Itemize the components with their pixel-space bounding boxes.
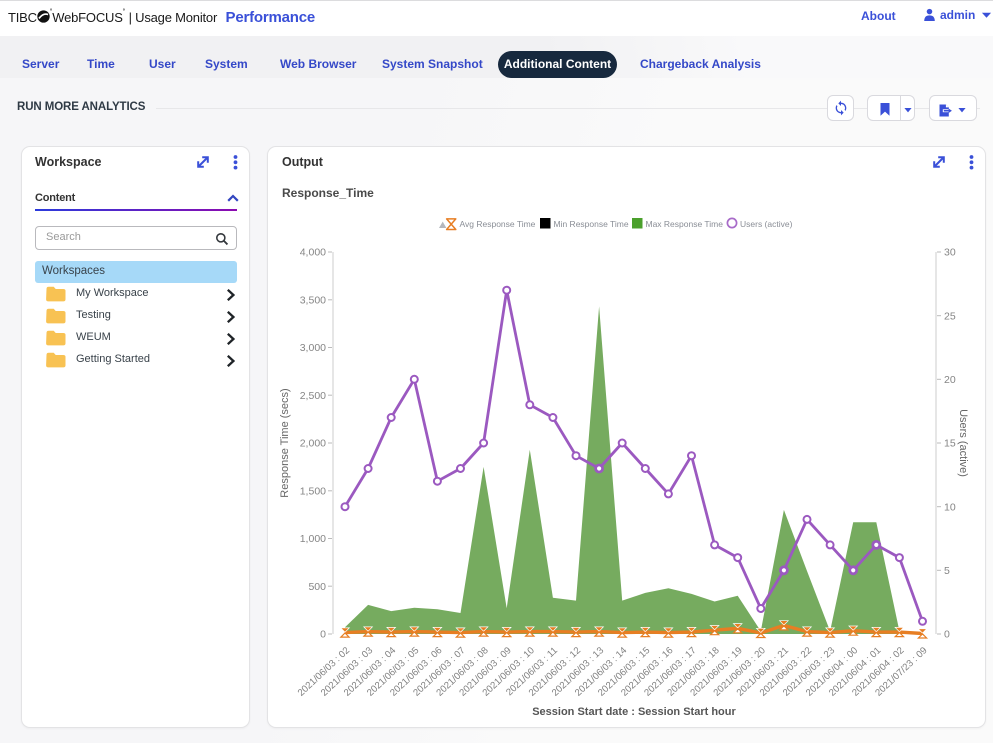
svg-text:3,000: 3,000 bbox=[300, 342, 326, 354]
svg-text:Session Start date : Session S: Session Start date : Session Start hour bbox=[532, 706, 736, 718]
svg-text:2,500: 2,500 bbox=[300, 390, 326, 402]
svg-text:Users (active): Users (active) bbox=[957, 409, 969, 477]
svg-text:2,000: 2,000 bbox=[300, 438, 326, 450]
svg-text:Avg Response Time: Avg Response Time bbox=[460, 219, 536, 229]
svg-text:1,000: 1,000 bbox=[300, 533, 326, 545]
svg-text:0: 0 bbox=[320, 629, 326, 641]
svg-text:15: 15 bbox=[944, 438, 956, 450]
svg-text:Min Response Time: Min Response Time bbox=[554, 219, 629, 229]
svg-text:Max Response Time: Max Response Time bbox=[646, 219, 724, 229]
svg-text:20: 20 bbox=[944, 374, 956, 386]
svg-text:4,000: 4,000 bbox=[300, 247, 326, 259]
svg-text:25: 25 bbox=[944, 310, 956, 322]
svg-text:10: 10 bbox=[944, 501, 956, 513]
svg-text:500: 500 bbox=[308, 581, 326, 593]
svg-text:3,500: 3,500 bbox=[300, 294, 326, 306]
svg-text:30: 30 bbox=[944, 247, 956, 259]
svg-text:Response Time (secs): Response Time (secs) bbox=[279, 388, 291, 497]
svg-text:1,500: 1,500 bbox=[300, 485, 326, 497]
svg-text:5: 5 bbox=[944, 565, 950, 577]
svg-text:Users (active): Users (active) bbox=[740, 219, 793, 229]
svg-text:0: 0 bbox=[944, 629, 950, 641]
